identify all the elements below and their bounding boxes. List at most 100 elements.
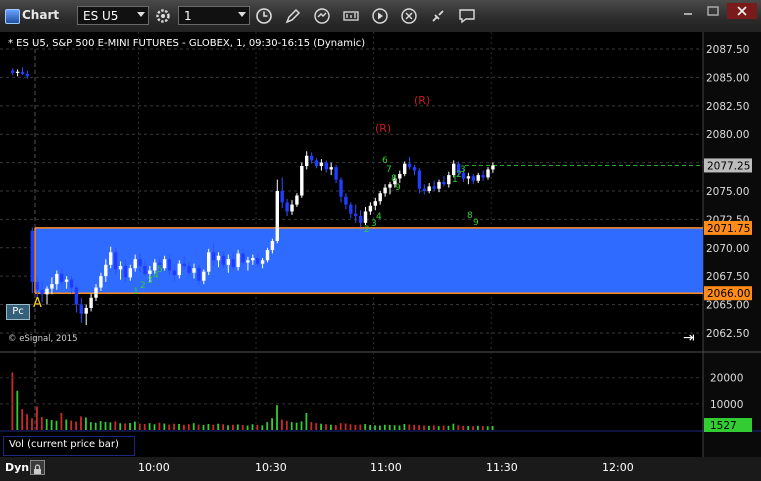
volume-bar [271,418,273,430]
volume-bar [202,425,205,430]
volume-bar [359,424,362,430]
pencil-icon[interactable] [282,6,304,26]
bar-body [314,160,319,167]
bar-body [407,163,412,168]
volume-bar [256,424,259,430]
pc-button[interactable]: Pc [6,304,30,320]
volume-bar [285,420,288,430]
bar-body [133,259,137,269]
price-tick-label: 2070.00 [706,243,749,255]
volume-bar [467,426,469,430]
bar-body [486,169,490,178]
bar-body [15,71,20,73]
volume-bar [232,424,234,430]
volume-bar [114,421,117,430]
volume-bar [339,423,342,430]
bar-body [192,268,196,273]
symbol-value: ES U5 [83,9,119,23]
chevron-down-icon[interactable] [238,12,246,17]
volume-bar [31,418,33,430]
bar-body [153,262,157,271]
bar-body [177,263,181,276]
bar-body [187,265,191,273]
volume-bar [75,421,77,430]
play-icon[interactable] [369,6,391,26]
refresh-icon[interactable] [311,6,333,26]
close-icon[interactable] [727,3,757,19]
go-to-end-icon[interactable]: ⇥ [683,330,695,346]
bar-body [260,260,265,264]
bar-body [207,252,211,272]
volume-bar [241,425,244,430]
settings-icon[interactable] [152,6,174,26]
time-tick-label: 11:00 [370,461,402,474]
minimize-icon[interactable] [677,3,699,19]
bar-body [231,259,235,268]
bar-body [182,263,186,266]
link-icon[interactable] [427,6,449,26]
price-chart[interactable]: 12 3 45234678912389(R)(R)A2087.502085.0020… [0,32,761,457]
lock-icon[interactable] [30,460,45,475]
volume-bar [40,416,43,430]
cancel-icon[interactable] [398,6,420,26]
volume-bar [143,423,146,430]
lower-level-label: 2066.00 [707,288,750,300]
clock-icon[interactable] [253,6,275,26]
volume-bar [119,423,122,430]
volume-bar [300,421,303,430]
bar-body [143,265,147,274]
volume-study-label[interactable]: Vol (current price bar) [3,436,135,456]
comment-icon[interactable] [456,6,478,26]
bar-body [256,258,260,264]
volume-bar [398,425,401,430]
time-tick-label: 10:30 [255,461,287,474]
setup-count-label: 2 [140,281,146,291]
volume-bar [452,423,455,430]
time-tick-label: 12:00 [602,461,634,474]
setup-count-label: 4 [376,212,382,222]
symbol-input[interactable]: ES U5 [77,6,149,25]
interval-input[interactable]: 1 [178,6,250,25]
volume-bar [418,425,420,430]
volume-bar [138,423,141,430]
dynamic-label[interactable]: Dyn [5,461,29,474]
chart-type-icon[interactable] [340,6,362,26]
bar-body [471,176,475,181]
volume-bar [236,424,239,430]
volume-tick-label: 10000 [710,399,743,411]
bar-body [432,186,436,189]
volume-bar [124,423,126,430]
volume-bar [21,409,24,430]
volume-tick-label: 20000 [710,373,743,385]
volume-bar [163,423,166,430]
price-tick-label: 2065.00 [706,300,749,312]
bar-body [64,279,69,282]
upper-level-label: 2071.75 [707,223,750,235]
volume-bar [227,425,229,430]
volume-bar [173,423,175,430]
bar-body [35,281,39,290]
volume-bar [60,413,63,430]
volume-bar [109,422,112,430]
volume-bar [222,424,224,430]
volume-bar [423,425,425,430]
bar-body [162,259,167,269]
volume-bar [134,421,136,430]
bar-body [437,181,441,189]
bar-body [221,255,226,265]
bar-body [481,175,485,178]
chevron-down-icon[interactable] [137,12,145,17]
volume-bar [437,426,440,430]
bar-body [354,213,358,216]
bar-body [89,297,93,308]
maximize-icon[interactable] [702,3,724,19]
volume-bar [403,423,406,430]
bar-body [202,271,206,281]
price-tick-label: 2062.50 [706,328,749,340]
setup-count-label: 5 [157,265,163,275]
volume-bar [197,424,200,430]
bar-body [69,279,74,288]
price-bar [207,248,211,276]
bar-body [20,71,25,75]
volume-bar [55,420,58,430]
